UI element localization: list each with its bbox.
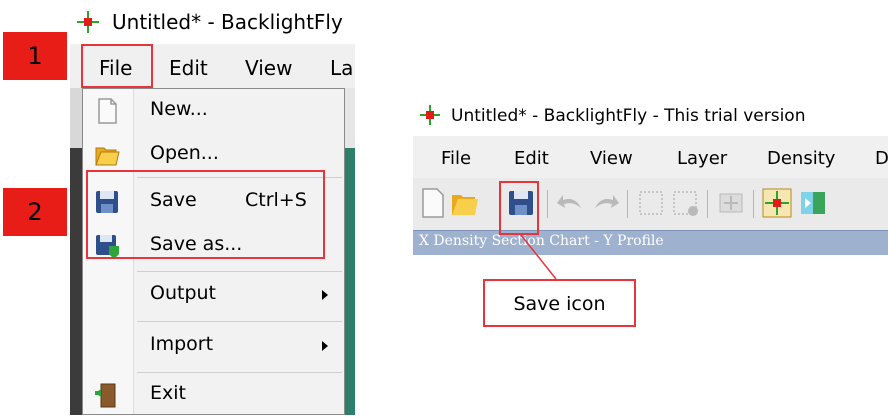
callout-connector: [520, 234, 557, 280]
callout-text: Save icon: [513, 293, 606, 315]
save-icon-callout: Save icon: [483, 279, 636, 327]
